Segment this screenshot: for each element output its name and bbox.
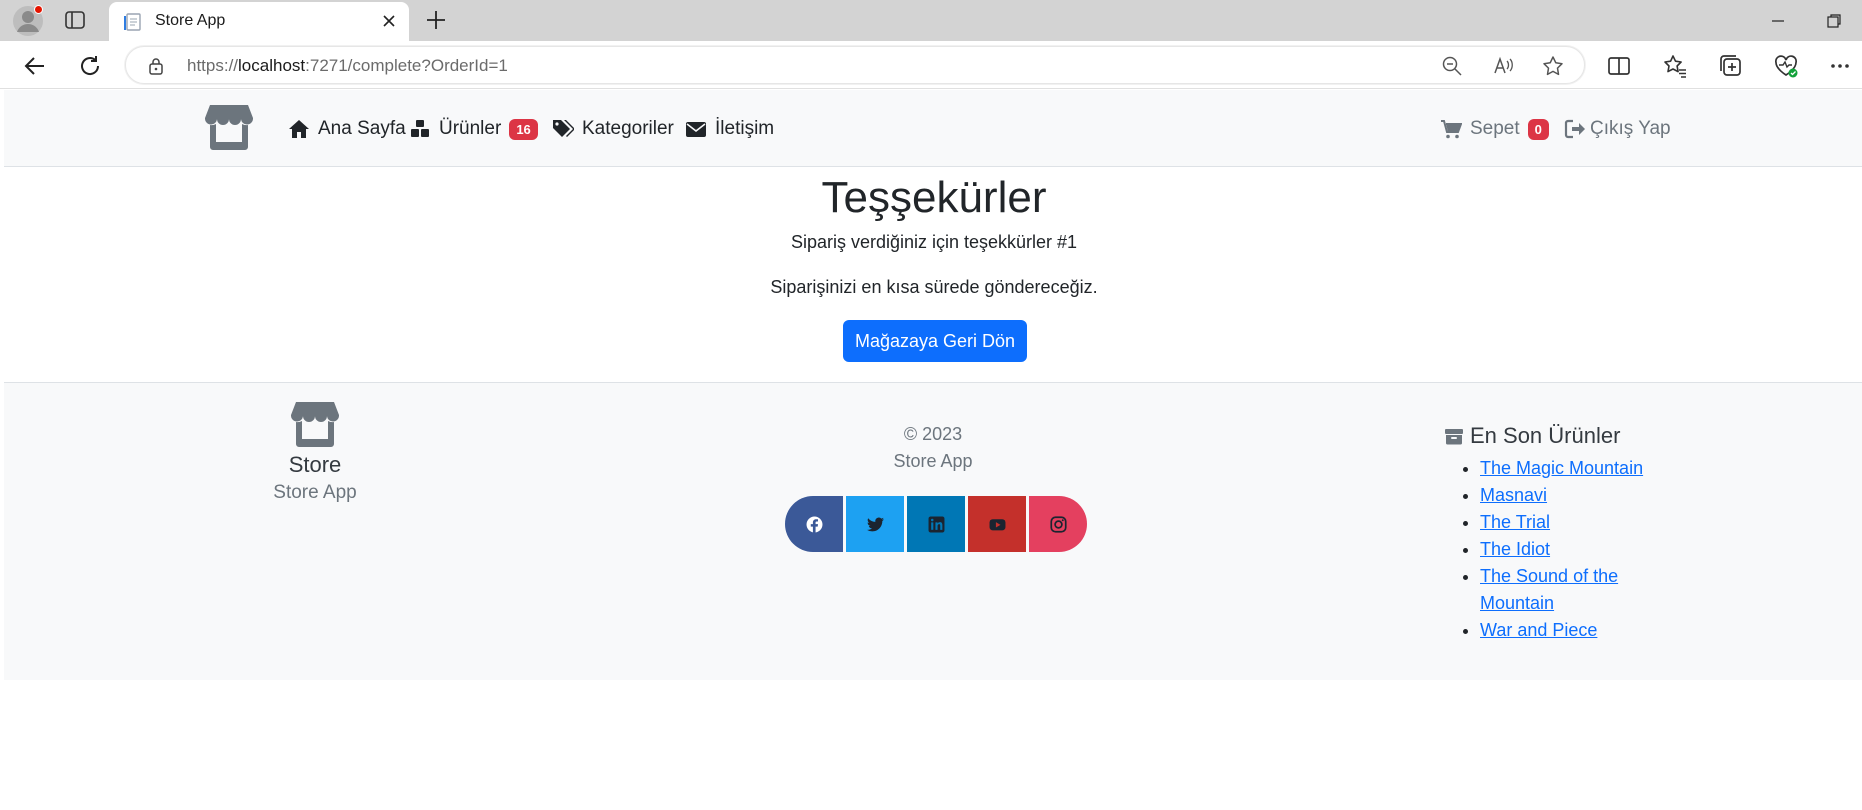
collections-icon[interactable]	[1718, 53, 1744, 79]
latest-product-link[interactable]: Masnavi	[1480, 485, 1547, 505]
read-aloud-icon[interactable]	[1492, 55, 1514, 77]
back-arrow-icon[interactable]	[22, 53, 48, 79]
shipping-message: Siparişinizi en kısa sürede göndereceğiz…	[770, 277, 1098, 297]
favorites-icon[interactable]	[1662, 53, 1688, 79]
page-title: Teşşekürler	[821, 173, 1047, 222]
address-bar[interactable]: https://localhost:7271/complete?OrderId=…	[125, 46, 1585, 84]
nav-contact-link[interactable]: İletişim	[685, 116, 774, 142]
tags-icon	[553, 120, 574, 137]
zoom-out-icon[interactable]	[1441, 55, 1463, 77]
facebook-icon	[806, 516, 822, 533]
page-favicon-icon	[123, 12, 143, 32]
youtube-icon	[989, 518, 1005, 530]
instagram-button[interactable]	[1029, 496, 1087, 552]
order-thanks-message: Sipariş verdiğiniz için teşekkürler #1	[790, 232, 1078, 252]
nav-cart-link[interactable]: Sepet 0	[1440, 116, 1549, 142]
latest-product-link[interactable]: War and Piece	[1480, 620, 1597, 640]
list-item: War and Piece	[1480, 617, 1680, 644]
restore-window-icon[interactable]	[1823, 10, 1845, 32]
sign-out-icon	[1564, 119, 1585, 139]
nav-products-link[interactable]: Ürünler 16	[409, 116, 538, 142]
url-scheme: https://	[187, 56, 239, 75]
more-options-icon[interactable]	[1827, 53, 1853, 79]
footer-brand-name: Store	[288, 452, 342, 477]
nav-logout-label: Çıkış Yap	[1590, 118, 1671, 139]
latest-product-link[interactable]: The Sound of the Mountain	[1480, 566, 1618, 613]
site-info-lock-icon[interactable]	[146, 56, 166, 76]
site-footer: Store Store App © 2023 Store App En Son …	[4, 382, 1862, 680]
list-item: Masnavi	[1480, 482, 1680, 509]
footer-app-name: Store App	[893, 451, 973, 471]
footer-store-logo-icon	[290, 400, 340, 448]
products-count-badge: 16	[509, 118, 538, 140]
linkedin-icon	[928, 516, 944, 532]
footer-copyright: © 2023	[903, 424, 963, 444]
back-to-store-button[interactable]: Mağazaya Geri Dön	[843, 320, 1027, 362]
facebook-button[interactable]	[785, 496, 843, 552]
close-tab-icon[interactable]	[379, 11, 399, 31]
nav-categories-link[interactable]: Kategoriler	[552, 116, 674, 142]
tab-actions-icon[interactable]	[64, 9, 86, 31]
url-host: localhost	[238, 56, 306, 75]
home-icon	[289, 120, 309, 138]
order-complete-section: Teşşekürler Sipariş verdiğiniz için teşe…	[4, 167, 1862, 382]
latest-products-title: En Son Ürünler	[1470, 423, 1621, 448]
address-toolbar: https://localhost:7271/complete?OrderId=…	[0, 41, 1862, 89]
nav-home-label: Ana Sayfa	[318, 118, 406, 139]
nav-home-link[interactable]: Ana Sayfa	[288, 116, 406, 142]
page-content: Ana Sayfa Ürünler 16 Kategoriler İletişi…	[4, 90, 1862, 810]
youtube-button[interactable]	[968, 496, 1026, 552]
envelope-icon	[686, 122, 706, 137]
active-tab[interactable]: Store App	[109, 2, 409, 41]
latest-product-link[interactable]: The Trial	[1480, 512, 1550, 532]
reload-icon[interactable]	[77, 53, 103, 79]
box-icon	[1445, 429, 1463, 445]
nav-cart-label: Sepet	[1470, 118, 1520, 139]
list-item: The Trial	[1480, 509, 1680, 536]
url-path: :7271/complete?OrderId=1	[305, 56, 508, 75]
nav-contact-label: İletişim	[715, 118, 775, 139]
instagram-icon	[1049, 515, 1067, 533]
twitter-button[interactable]	[846, 496, 904, 552]
tab-title: Store App	[155, 12, 226, 29]
linkedin-button[interactable]	[907, 496, 965, 552]
footer-brand-subtitle: Store App	[273, 482, 357, 503]
notification-dot	[34, 5, 43, 14]
list-item: The Sound of the Mountain	[1480, 563, 1680, 617]
nav-logout-link[interactable]: Çıkış Yap	[1564, 116, 1671, 142]
latest-product-link[interactable]: The Idiot	[1480, 539, 1550, 559]
social-links	[785, 496, 1087, 552]
latest-product-link[interactable]: The Magic Mountain	[1480, 458, 1643, 478]
site-navbar: Ana Sayfa Ürünler 16 Kategoriler İletişi…	[4, 90, 1862, 167]
nav-categories-label: Kategoriler	[582, 118, 674, 139]
store-logo-icon[interactable]	[204, 103, 254, 151]
nav-products-label: Ürünler	[439, 118, 502, 139]
twitter-icon	[866, 517, 884, 531]
list-item: The Idiot	[1480, 536, 1680, 563]
minimize-window-icon[interactable]	[1767, 10, 1789, 32]
cart-icon	[1441, 120, 1462, 139]
cart-count-badge: 0	[1527, 118, 1549, 140]
browser-tab-strip: Store App	[0, 0, 1862, 41]
latest-products-list: The Magic Mountain Masnavi The Trial The…	[1480, 455, 1680, 644]
browser-essentials-icon[interactable]	[1773, 53, 1799, 79]
favorite-star-icon[interactable]	[1542, 55, 1564, 77]
split-screen-icon[interactable]	[1606, 53, 1632, 79]
list-item: The Magic Mountain	[1480, 455, 1680, 482]
latest-products-heading: En Son Ürünler	[1444, 423, 1620, 449]
url-text[interactable]: https://localhost:7271/complete?OrderId=…	[187, 56, 508, 76]
boxes-icon	[411, 120, 429, 137]
new-tab-icon[interactable]	[423, 7, 449, 33]
